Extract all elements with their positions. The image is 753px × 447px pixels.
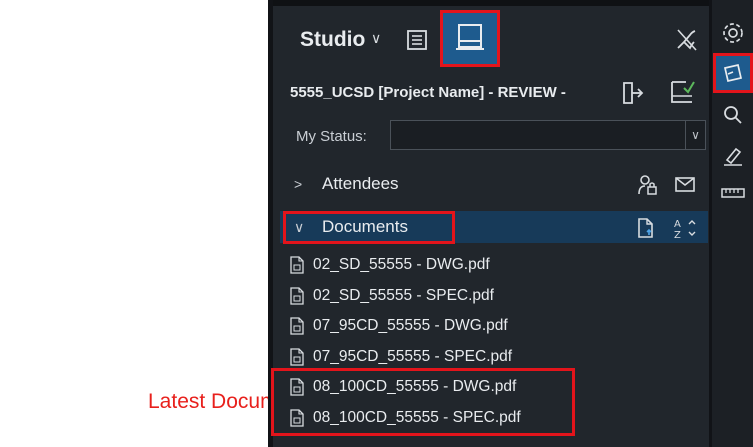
document-name: 02_SD_55555 - DWG.pdf <box>313 256 490 273</box>
chevron-down-icon[interactable]: ∨ <box>371 30 381 47</box>
project-name: 5555_UCSD [Project Name] - REVIEW - <box>290 84 566 101</box>
finish-review-icon[interactable] <box>664 74 698 110</box>
unpin-icon[interactable] <box>670 22 702 56</box>
search-icon <box>724 106 742 124</box>
markup-icon <box>724 147 742 166</box>
pdf-file-icon <box>290 256 304 274</box>
studio-rail-highlight <box>713 53 753 93</box>
chevron-down-icon[interactable]: ∨ <box>685 121 705 149</box>
latest-documents-highlight <box>271 368 575 436</box>
markup-button[interactable] <box>716 138 750 172</box>
layout-view-highlight <box>440 10 500 67</box>
attendee-permissions-icon[interactable] <box>634 172 660 198</box>
chevron-right-icon: > <box>294 176 303 192</box>
measure-icon <box>721 188 745 198</box>
add-document-icon[interactable] <box>632 215 658 241</box>
sort-az-icon[interactable]: A Z <box>670 215 700 241</box>
svg-text:Z: Z <box>674 230 681 241</box>
panel-title[interactable]: Studio <box>300 28 365 52</box>
pdf-file-icon <box>290 317 304 335</box>
list-view-icon[interactable] <box>402 25 432 55</box>
panel-top-border <box>273 0 709 6</box>
svg-text:A: A <box>674 219 681 230</box>
document-item[interactable]: 07_95CD_55555 - SPEC.pdf <box>290 345 570 371</box>
document-name: 07_95CD_55555 - DWG.pdf <box>313 317 508 334</box>
settings-button[interactable] <box>716 16 750 50</box>
attendees-label: Attendees <box>322 174 399 193</box>
document-item[interactable]: 07_95CD_55555 - DWG.pdf <box>290 314 570 340</box>
status-label: My Status: <box>296 128 367 145</box>
documents-header-highlight <box>283 211 455 244</box>
mail-icon[interactable] <box>672 172 698 198</box>
document-name: 02_SD_55555 - SPEC.pdf <box>313 286 494 304</box>
document-item[interactable]: 02_SD_55555 - SPEC.pdf <box>290 284 570 310</box>
measure-button[interactable] <box>716 176 750 210</box>
settings-icon <box>723 23 743 43</box>
pdf-file-icon <box>290 347 304 366</box>
leave-session-icon[interactable] <box>616 78 646 108</box>
pdf-file-icon <box>290 286 304 305</box>
document-name: 07_95CD_55555 - SPEC.pdf <box>313 347 513 365</box>
status-select[interactable]: ∨ <box>390 120 706 150</box>
document-item[interactable]: 02_SD_55555 - DWG.pdf <box>290 253 570 279</box>
search-button[interactable] <box>716 98 750 132</box>
